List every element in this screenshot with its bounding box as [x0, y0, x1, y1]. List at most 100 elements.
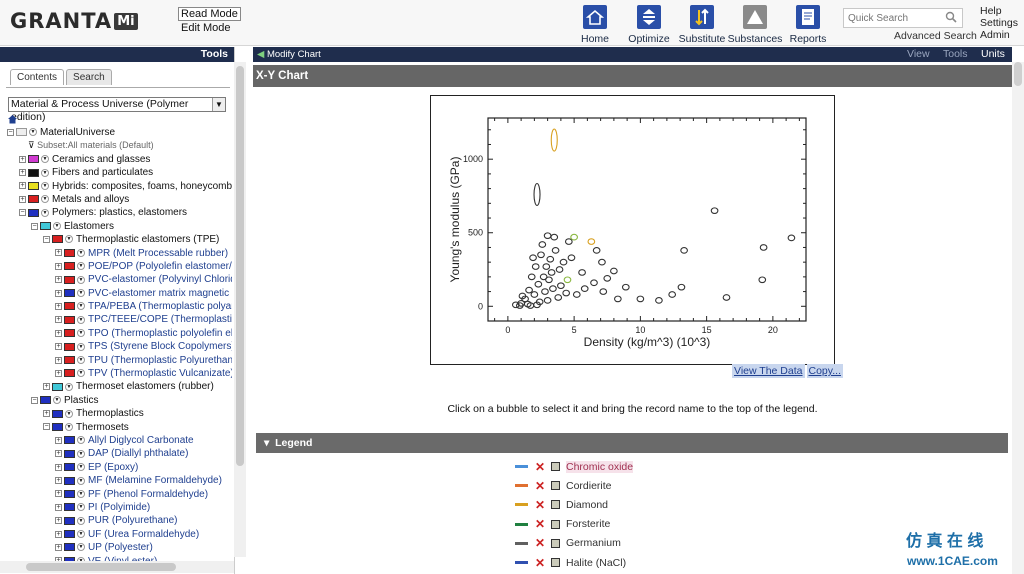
dropdown-icon[interactable]: ▼ [41, 208, 49, 217]
tab-contents[interactable]: Contents [10, 69, 65, 85]
expand-toggle-icon[interactable]: + [43, 410, 50, 418]
data-point[interactable] [722, 294, 731, 301]
legend-header[interactable]: ▾ Legend [256, 433, 1008, 453]
dropdown-icon[interactable]: ▼ [29, 128, 37, 137]
tools-menu[interactable]: Tools [943, 47, 968, 62]
expand-toggle-icon[interactable]: + [55, 249, 62, 257]
admin-link[interactable]: Admin [980, 29, 1018, 41]
tree-item[interactable]: + ▼ POE/POP (Polyolefin elastomer/P [0, 260, 232, 273]
expand-toggle-icon[interactable]: + [55, 477, 62, 485]
tree-item[interactable]: + ▼ EP (Epoxy) [0, 461, 232, 474]
data-point[interactable] [567, 254, 576, 262]
data-point[interactable] [538, 241, 547, 248]
data-point[interactable] [680, 247, 688, 254]
record-icon[interactable] [551, 462, 560, 472]
expand-toggle-icon[interactable]: + [55, 329, 62, 337]
expand-toggle-icon[interactable]: + [55, 450, 62, 458]
expand-toggle-icon[interactable]: + [55, 302, 62, 310]
expand-toggle-icon[interactable]: − [7, 128, 14, 136]
help-link[interactable]: Help [980, 5, 1018, 17]
data-point[interactable] [555, 266, 564, 273]
copy-link[interactable]: Copy... [806, 364, 843, 378]
legend-item-name[interactable]: Halite (NaCl) [566, 557, 626, 569]
data-point[interactable] [549, 285, 557, 292]
data-point[interactable] [525, 286, 533, 294]
data-point[interactable] [759, 244, 768, 251]
remove-icon[interactable]: ✕ [535, 460, 545, 474]
data-point[interactable] [598, 258, 606, 266]
expand-toggle-icon[interactable]: + [55, 262, 62, 270]
data-point[interactable] [590, 279, 598, 287]
sidebar-horizontal-scrollbar[interactable] [0, 561, 234, 573]
dropdown-icon[interactable]: ▼ [65, 409, 73, 418]
tree-item[interactable]: − ▼ MaterialUniverse [0, 126, 232, 139]
search-icon[interactable] [945, 11, 957, 23]
settings-link[interactable]: Settings [980, 17, 1018, 29]
main-vertical-scrollbar[interactable] [1012, 62, 1024, 574]
tree-item[interactable]: + ▼ UF (Urea Formaldehyde) [0, 528, 232, 541]
data-point[interactable] [787, 234, 796, 242]
data-point[interactable] [572, 291, 581, 298]
tree-item[interactable]: + ▼ TPV (Thermoplastic Vulcanizate) [0, 367, 232, 380]
tree-item[interactable]: + ▼ TPU (Thermoplastic Polyurethane [0, 354, 232, 367]
dropdown-icon[interactable]: ▼ [41, 155, 49, 164]
tree-item[interactable]: + ▼ PUR (Polyurethane) [0, 514, 232, 527]
dropdown-icon[interactable]: ▼ [41, 195, 49, 204]
data-point[interactable] [543, 297, 552, 304]
remove-icon[interactable]: ✕ [535, 556, 545, 570]
data-point[interactable] [550, 128, 558, 152]
data-point[interactable] [564, 238, 573, 245]
data-point[interactable] [758, 276, 767, 284]
legend-item-name[interactable]: Chromic oxide [566, 460, 634, 473]
dropdown-icon[interactable]: ▼ [77, 436, 85, 445]
dropdown-icon[interactable]: ▼ [77, 476, 85, 485]
nav-substances-button[interactable]: Substances [727, 5, 783, 45]
quick-search-input[interactable] [844, 9, 940, 27]
tree-item[interactable]: + ▼ PVC-elastomer matrix magnetic r [0, 287, 232, 300]
tree-item[interactable]: + ▼ TPO (Thermoplastic polyolefin ela [0, 327, 232, 340]
data-point[interactable] [543, 232, 552, 240]
dropdown-icon[interactable]: ▼ [77, 449, 85, 458]
tree-item[interactable]: + ▼ Thermoset elastomers (rubber) [0, 380, 232, 393]
tree-item[interactable]: + ▼ PI (Polyimide) [0, 501, 232, 514]
tree-item[interactable]: − ▼ Thermosets [0, 421, 232, 434]
nav-home-button[interactable]: Home [567, 5, 623, 45]
dropdown-icon[interactable]: ▼ [77, 262, 85, 271]
dropdown-icon[interactable]: ▼ [65, 422, 73, 431]
data-point[interactable] [562, 289, 571, 297]
tree-item[interactable]: − ▼ Polymers: plastics, elastomers [0, 206, 232, 219]
legend-item-name[interactable]: Diamond [566, 499, 608, 511]
tree-item[interactable]: − ▼ Plastics [0, 394, 232, 407]
tree-item[interactable]: + ▼ Hybrids: composites, foams, honeycombs [0, 180, 232, 193]
expand-toggle-icon[interactable]: − [19, 209, 26, 217]
data-point[interactable] [542, 263, 551, 270]
tree-item[interactable]: + ▼ MF (Melamine Formaldehyde) [0, 474, 232, 487]
tree-item[interactable]: + ▼ PVC-elastomer (Polyvinyl Chlorid [0, 273, 232, 286]
expand-toggle-icon[interactable]: + [55, 343, 62, 351]
expand-toggle-icon[interactable]: − [43, 235, 50, 243]
data-point[interactable] [580, 285, 589, 292]
dropdown-icon[interactable]: ▼ [77, 489, 85, 498]
tree-item[interactable]: + ▼ Allyl Diglycol Carbonate [0, 434, 232, 447]
data-point[interactable] [668, 291, 677, 298]
data-point[interactable] [636, 295, 645, 303]
data-point[interactable] [537, 251, 545, 259]
data-point[interactable] [621, 283, 630, 291]
data-point[interactable] [614, 295, 622, 303]
tree-item[interactable]: + ▼ MPR (Melt Processable rubber) [0, 247, 232, 260]
data-point[interactable] [710, 207, 719, 215]
data-point[interactable] [527, 273, 536, 281]
data-point[interactable] [533, 182, 541, 207]
expand-toggle-icon[interactable]: + [55, 289, 62, 297]
dropdown-icon[interactable]: ▼ [77, 315, 85, 324]
expand-toggle-icon[interactable]: + [55, 503, 62, 511]
legend-item[interactable]: ✕ Halite (NaCl) [515, 553, 633, 572]
data-point[interactable] [557, 282, 565, 290]
tree-item[interactable]: + ▼ Fibers and particulates [0, 166, 232, 179]
expand-toggle-icon[interactable]: + [55, 490, 62, 498]
data-point[interactable] [587, 238, 596, 245]
data-point[interactable] [603, 274, 612, 282]
legend-item[interactable]: ✕ Cordierite [515, 476, 633, 495]
edit-mode-button[interactable]: Edit Mode [178, 22, 234, 34]
expand-toggle-icon[interactable]: − [31, 222, 38, 230]
